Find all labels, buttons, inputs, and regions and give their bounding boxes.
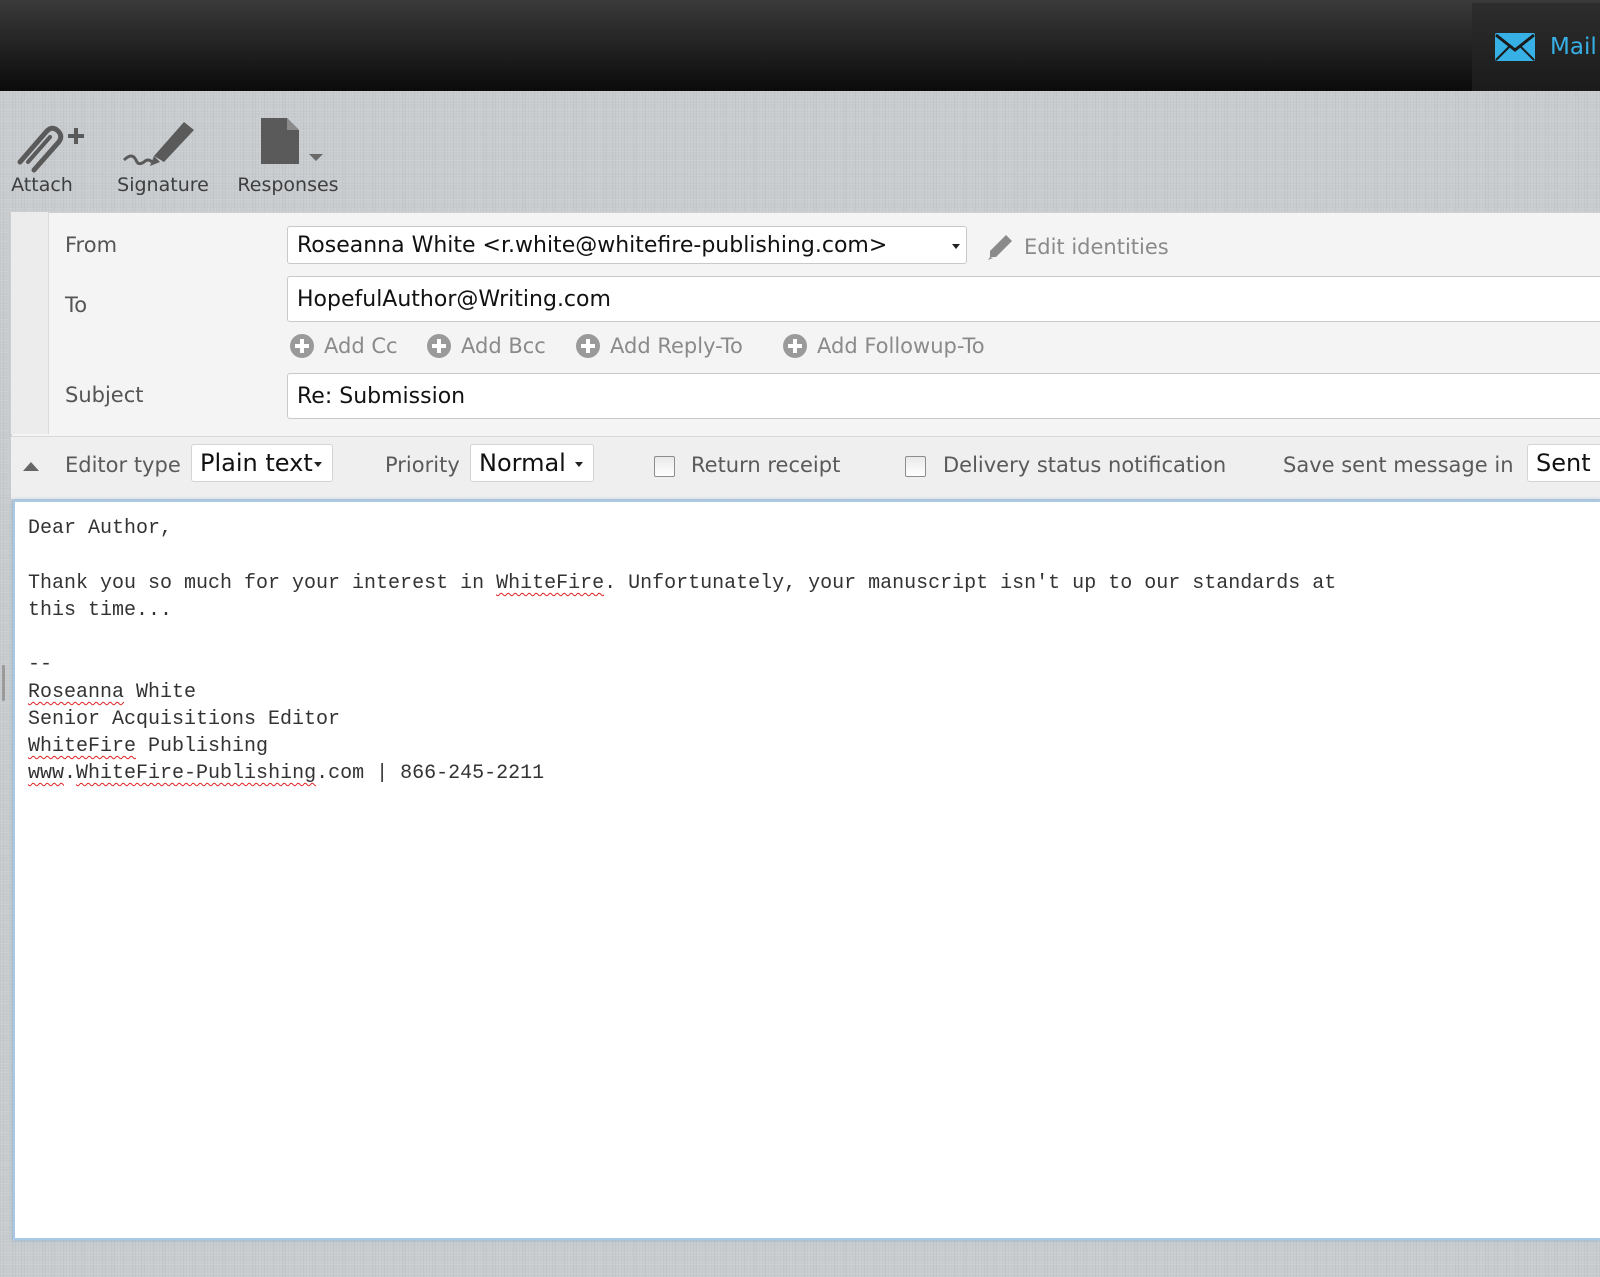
signature-separator: -- <box>28 653 53 676</box>
resize-handle[interactable] <box>2 665 5 701</box>
add-followup-to-link[interactable]: Add Followup-To <box>783 334 985 358</box>
body-text: White <box>124 681 197 704</box>
misspelled-word[interactable]: WhiteFire <box>28 735 136 758</box>
signature-company: WhiteFire Publishing <box>28 735 268 758</box>
signature-name: Roseanna White <box>28 681 196 704</box>
mail-icon <box>1495 33 1535 61</box>
body-line-2: this time... <box>28 599 173 622</box>
attach-icon <box>17 125 84 173</box>
from-label: From <box>65 233 118 257</box>
plus-circle-icon <box>427 334 451 358</box>
priority-label: Priority <box>385 453 460 477</box>
priority-value: Normal <box>479 449 566 477</box>
add-cc-link[interactable]: Add Cc <box>290 334 398 358</box>
subject-label: Subject <box>65 383 144 407</box>
header-rail <box>11 212 49 434</box>
to-field[interactable]: HopefulAuthor@Writing.com <box>287 276 1600 322</box>
chevron-down-icon <box>952 244 960 249</box>
misspelled-word[interactable]: WhiteFire-Publishing <box>76 762 316 785</box>
save-sent-label: Save sent message in <box>1283 453 1514 477</box>
from-value: Roseanna White <r.white@whitefire-publis… <box>297 232 888 258</box>
misspelled-word[interactable]: Roseanna <box>28 681 124 704</box>
save-sent-value: Sent <box>1536 449 1591 477</box>
add-cc-label: Add Cc <box>324 334 398 358</box>
signature-title: Senior Acquisitions Editor <box>28 708 341 731</box>
add-bcc-label: Add Bcc <box>461 334 546 358</box>
misspelled-word[interactable]: www <box>28 762 64 785</box>
top-bar <box>0 0 1600 91</box>
chevron-down-icon <box>314 462 322 467</box>
priority-select[interactable]: Normal <box>470 444 594 482</box>
body-text: . Unfortunately, your manuscript isn't u… <box>604 572 1337 595</box>
subject-value: Re: Submission <box>297 383 466 409</box>
plus-circle-icon <box>290 334 314 358</box>
editor-type-select[interactable]: Plain text <box>191 444 333 482</box>
body-text: .com | 866-245-2211 <box>316 762 545 785</box>
editor-type-value: Plain text <box>200 449 313 477</box>
body-greeting: Dear Author, <box>28 517 173 540</box>
signature-button[interactable]: Signature <box>112 116 214 196</box>
add-reply-to-link[interactable]: Add Reply-To <box>576 334 743 358</box>
responses-button[interactable]: Responses <box>233 116 343 196</box>
edit-identities-link[interactable]: Edit identities <box>986 233 1169 261</box>
body-text: . <box>64 762 77 785</box>
message-body-editor[interactable] <box>13 500 1600 1240</box>
save-sent-select[interactable]: Sent <box>1527 444 1600 482</box>
editor-type-label: Editor type <box>65 453 181 477</box>
signature-icon <box>122 122 194 166</box>
to-label: To <box>65 293 88 317</box>
responses-label: Responses <box>237 174 339 196</box>
add-followup-to-label: Add Followup-To <box>817 334 985 358</box>
plus-circle-icon <box>783 334 807 358</box>
signature-contact: www.WhiteFire-Publishing.com | 866-245-2… <box>28 762 544 785</box>
return-receipt-checkbox[interactable] <box>654 456 675 477</box>
from-select[interactable]: Roseanna White <r.white@whitefire-publis… <box>287 226 967 264</box>
mail-tab[interactable]: Mail <box>1472 3 1600 91</box>
attach-label: Attach <box>11 174 73 196</box>
chevron-down-icon <box>575 462 583 467</box>
return-receipt-label: Return receipt <box>691 453 841 477</box>
collapse-arrow-icon[interactable] <box>22 460 40 472</box>
delivery-status-label: Delivery status notification <box>943 453 1227 477</box>
delivery-status-checkbox[interactable] <box>905 456 926 477</box>
add-bcc-link[interactable]: Add Bcc <box>427 334 546 358</box>
body-text: Thank you so much for your interest in <box>28 572 497 595</box>
to-value: HopefulAuthor@Writing.com <box>297 286 611 312</box>
plus-circle-icon <box>576 334 600 358</box>
add-reply-to-label: Add Reply-To <box>610 334 743 358</box>
body-line-1: Thank you so much for your interest in W… <box>28 572 1336 595</box>
mail-tab-label: Mail <box>1550 34 1597 60</box>
responses-icon <box>261 118 323 164</box>
edit-identities-label: Edit identities <box>1024 235 1169 259</box>
pencil-icon <box>988 235 1012 260</box>
subject-field[interactable]: Re: Submission <box>287 373 1600 419</box>
signature-label: Signature <box>117 174 209 196</box>
misspelled-word[interactable]: WhiteFire <box>496 572 604 595</box>
body-text: Publishing <box>136 735 269 758</box>
attach-button[interactable]: Attach <box>8 116 84 196</box>
